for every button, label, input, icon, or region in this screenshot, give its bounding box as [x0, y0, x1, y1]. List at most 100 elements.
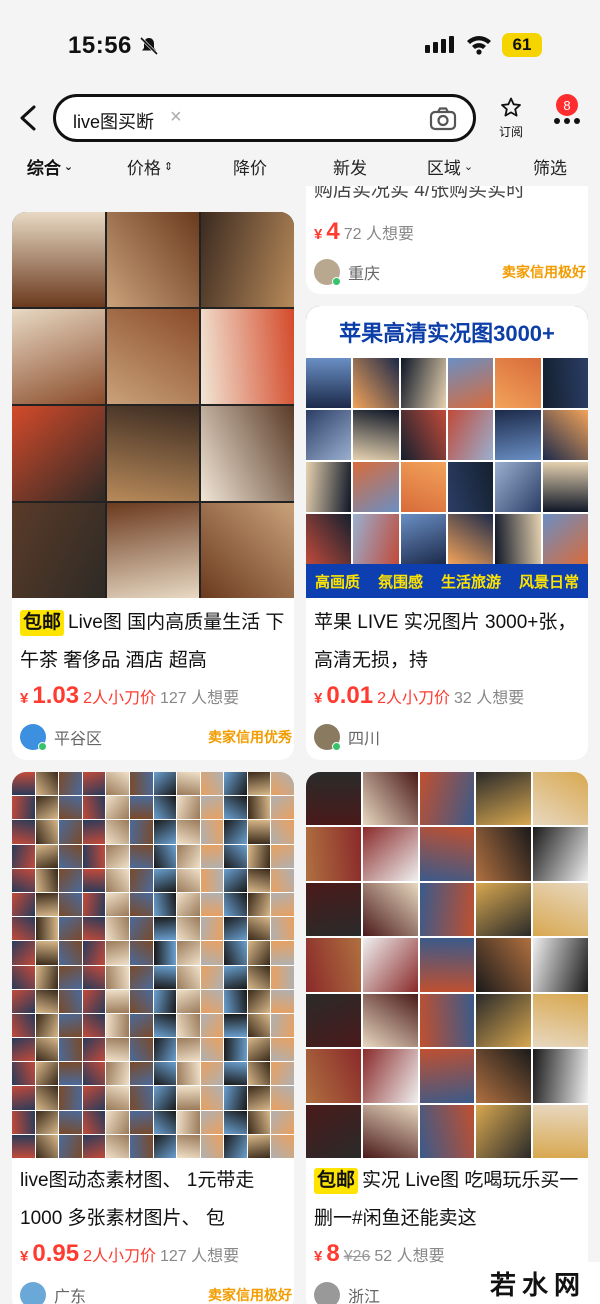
banner-tags: 高画质 氛围感 生活旅游 风景日常	[306, 564, 588, 598]
banner-tag: 风景日常	[518, 573, 579, 591]
product-image[interactable]: 苹果高清实况图3000+ 高画质 氛围感 生活旅游 风景日常	[306, 306, 588, 598]
photo-thumbnail	[177, 1110, 200, 1134]
photo-thumbnail	[200, 965, 224, 989]
filter-label: 降价	[233, 158, 267, 178]
photo-thumbnail	[400, 462, 446, 512]
photo-thumbnail	[224, 844, 247, 868]
photo-thumbnail	[82, 868, 106, 892]
product-card[interactable]: 包邮 实况 Live图 吃喝玩乐买一删一#闲鱼还能卖这 ¥ 8 ¥26 52 人想…	[306, 772, 588, 1304]
seller-location: 平谷区	[54, 731, 103, 748]
notification-badge: 8	[556, 94, 578, 116]
photo-thumbnail	[362, 827, 418, 881]
photo-thumbnail	[224, 892, 247, 917]
photo-thumbnail	[153, 1038, 177, 1062]
filter-comprehensive[interactable]: 综合 ⌄	[0, 146, 100, 186]
photo-thumbnail	[59, 1110, 82, 1134]
photo-thumbnail	[476, 772, 532, 826]
photo-thumbnail	[177, 917, 200, 941]
follow-button[interactable]: 订阅	[494, 96, 528, 140]
photo-thumbnail	[82, 965, 106, 989]
photo-thumbnail	[177, 989, 200, 1013]
photo-thumbnail	[177, 1134, 200, 1158]
photo-thumbnail	[271, 989, 294, 1013]
filter-bar: 综合 ⌄ 价格 ⇕ 降价 新发 区域 ⌄ 筛选	[0, 146, 600, 186]
photo-thumbnail	[200, 868, 224, 892]
photo-thumbnail	[224, 1110, 247, 1134]
search-input[interactable]: live图买断 ×	[53, 94, 476, 142]
photo-thumbnail	[177, 772, 200, 796]
photo-thumbnail	[106, 309, 200, 404]
photo-thumbnail	[224, 965, 247, 989]
currency-symbol: ¥	[314, 226, 323, 243]
product-card[interactable]: 苹果高清实况图3000+ 高画质 氛围感 生活旅游 风景日常 苹果 LIVE 实…	[306, 306, 588, 760]
photo-thumbnail	[362, 938, 418, 992]
photo-thumbnail	[35, 1013, 59, 1038]
product-image[interactable]	[12, 772, 294, 1158]
product-image[interactable]	[12, 212, 294, 598]
photo-thumbnail	[247, 941, 271, 965]
photo-thumbnail	[12, 941, 35, 965]
avatar[interactable]	[314, 724, 341, 751]
photo-thumbnail	[106, 1110, 129, 1134]
photo-thumbnail	[271, 892, 294, 917]
product-card-partial[interactable]: 购店实况实 4/张购买实时 ¥ 4 72 人想要 重庆 卖家信用极好	[306, 186, 588, 294]
filter-screen[interactable]: 筛选	[500, 146, 600, 186]
photo-thumbnail	[271, 820, 294, 844]
product-card[interactable]: 包邮 Live图 国内高质量生活 下午茶 奢侈品 酒店 超高 ¥ 1.03 2人小…	[12, 212, 294, 760]
photo-thumbnail	[476, 938, 532, 992]
filter-price[interactable]: 价格 ⇕	[100, 146, 200, 186]
filter-new[interactable]: 新发	[300, 146, 400, 186]
star-plus-icon	[501, 97, 521, 117]
photo-thumbnail	[306, 358, 352, 408]
product-card[interactable]: live图动态素材图、 1元带走1000 多张素材图片、 包 ¥ 0.95 2人…	[12, 772, 294, 1304]
photo-thumbnail	[59, 965, 82, 989]
photo-thumbnail	[59, 892, 82, 917]
photo-thumbnail	[224, 989, 247, 1013]
avatar[interactable]	[314, 1282, 340, 1304]
filter-label: 新发	[333, 158, 367, 178]
chevron-down-icon: ⌄	[463, 160, 474, 173]
photo-thumbnail	[153, 796, 177, 820]
photo-thumbnail	[59, 796, 82, 820]
photo-thumbnail	[35, 1086, 59, 1110]
filter-region[interactable]: 区域 ⌄	[400, 146, 500, 186]
photo-thumbnail	[59, 1086, 82, 1110]
photo-thumbnail	[247, 1013, 271, 1038]
photo-thumbnail	[247, 965, 271, 989]
photo-thumbnail	[177, 892, 200, 917]
avatar[interactable]	[20, 724, 47, 751]
more-menu-button[interactable]: 8	[552, 94, 582, 140]
avatar[interactable]	[314, 259, 341, 286]
photo-thumbnail	[106, 989, 129, 1013]
filter-price-drop[interactable]: 降价	[200, 146, 300, 186]
photo-thumbnail	[12, 965, 35, 989]
photo-thumbnail	[306, 1104, 361, 1158]
photo-thumbnail	[200, 1110, 224, 1134]
currency-symbol: ¥	[20, 690, 29, 707]
photo-thumbnail	[129, 1038, 153, 1062]
photo-thumbnail	[82, 820, 106, 844]
photo-thumbnail	[129, 844, 153, 868]
banner-tag: 氛围感	[377, 573, 423, 591]
product-image[interactable]	[306, 772, 588, 1158]
photo-thumbnail	[59, 917, 82, 941]
photo-thumbnail	[129, 1062, 153, 1086]
price-value: 0.95	[32, 1240, 80, 1267]
back-arrow-icon[interactable]	[16, 104, 42, 132]
photo-thumbnail	[12, 503, 105, 598]
photo-thumbnail	[106, 503, 200, 598]
photo-thumbnail	[59, 772, 82, 796]
photo-thumbnail	[177, 1062, 200, 1086]
clear-icon[interactable]: ×	[170, 106, 182, 129]
avatar[interactable]	[20, 1282, 46, 1304]
currency-symbol: ¥	[20, 1248, 29, 1265]
seller-location: 四川	[348, 731, 381, 748]
camera-icon[interactable]	[429, 106, 457, 132]
photo-thumbnail	[35, 892, 59, 917]
free-shipping-tag: 包邮	[20, 610, 65, 636]
seller-credit-badge: 卖家信用极好	[208, 1287, 292, 1303]
photo-thumbnail	[200, 941, 224, 965]
seller-credit-badge: 卖家信用优秀	[208, 729, 292, 745]
want-count: 32 人想要	[453, 690, 525, 707]
photo-thumbnail	[271, 844, 294, 868]
